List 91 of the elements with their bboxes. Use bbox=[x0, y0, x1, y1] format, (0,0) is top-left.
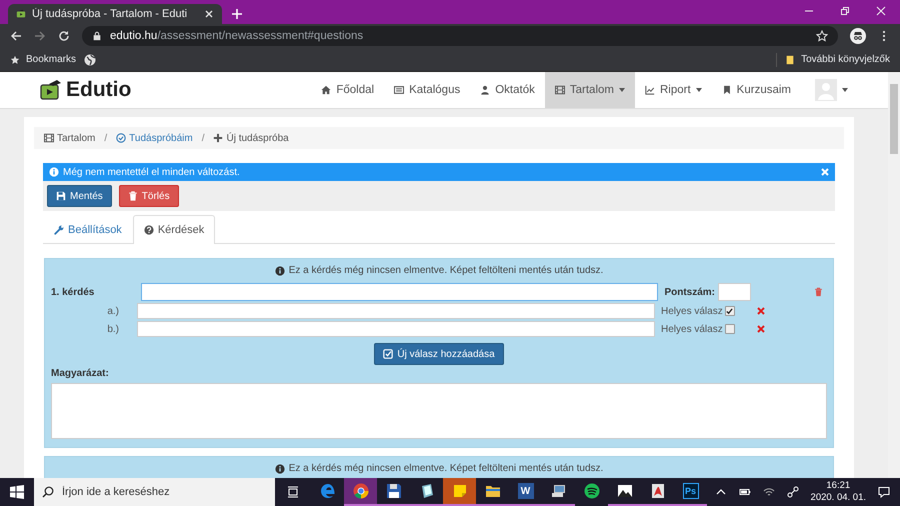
photoshop-icon[interactable]: Ps bbox=[682, 483, 698, 499]
lock-icon bbox=[92, 31, 102, 41]
question-label: 1. kérdés bbox=[51, 286, 96, 298]
globe-icon[interactable] bbox=[84, 54, 96, 66]
nav-item[interactable]: Riport bbox=[634, 72, 712, 108]
check-circle-icon bbox=[116, 133, 126, 143]
answer-letter: b.) bbox=[106, 324, 120, 334]
trash-icon[interactable] bbox=[814, 287, 823, 297]
computer-icon[interactable] bbox=[550, 483, 566, 499]
unsaved-notice: Ez a kérdés még nincsen elmentve. Képet feltölteni mentés után tudsz. bbox=[51, 463, 827, 474]
sticky-note-icon[interactable] bbox=[452, 483, 468, 499]
breadcrumb-separator: / bbox=[200, 132, 206, 144]
remove-icon[interactable] bbox=[757, 307, 765, 315]
star-icon bbox=[10, 54, 20, 64]
info-icon bbox=[274, 464, 285, 474]
info-icon bbox=[49, 167, 59, 177]
spotify-icon[interactable] bbox=[584, 483, 600, 499]
breadcrumb-separator: / bbox=[103, 132, 108, 144]
save-button[interactable]: Mentés bbox=[47, 185, 112, 207]
restore-icon[interactable] bbox=[840, 6, 850, 16]
notification-icon[interactable] bbox=[878, 486, 890, 498]
unsaved-notice: Ez a kérdés még nincsen elmentve. Képet feltölteni mentés után tudsz. bbox=[51, 265, 827, 276]
answer-input[interactable] bbox=[137, 303, 655, 319]
address-bar[interactable]: edutio.hu/assessment/newassessment#questions bbox=[82, 26, 838, 46]
nav-item[interactable]: Oktatók bbox=[470, 72, 545, 108]
bookmarks-link[interactable]: Bookmarks bbox=[10, 54, 76, 65]
checkbox-icon bbox=[383, 349, 394, 359]
taskbar-app[interactable]: Ps bbox=[674, 478, 707, 506]
user-icon bbox=[480, 85, 490, 95]
tab[interactable]: Kérdések bbox=[132, 215, 216, 244]
answer-input[interactable] bbox=[137, 321, 655, 337]
wifi-icon[interactable] bbox=[762, 486, 775, 498]
correct-checkbox[interactable] bbox=[724, 324, 735, 334]
back-arrow-icon[interactable] bbox=[10, 30, 22, 42]
mountain-picture-icon[interactable] bbox=[616, 483, 632, 499]
question-icon bbox=[144, 225, 154, 235]
alert-text: Még nem mentettél el minden változást. bbox=[63, 166, 240, 178]
answer-letter: a.) bbox=[106, 306, 120, 316]
bookmark-icon bbox=[722, 85, 732, 95]
explanation-label: Magyarázat: bbox=[51, 368, 110, 379]
other-bookmarks-folder[interactable]: További könyvjelzők bbox=[785, 54, 890, 65]
correct-answer-label: Helyes válasz bbox=[661, 324, 723, 334]
caret-icon bbox=[842, 88, 848, 92]
close-icon[interactable] bbox=[876, 6, 886, 16]
folder-icon bbox=[785, 54, 796, 64]
network-icon[interactable] bbox=[786, 486, 799, 498]
folder-icon[interactable] bbox=[484, 483, 500, 499]
caret-icon bbox=[618, 88, 625, 92]
question-input[interactable] bbox=[141, 283, 658, 301]
document-icon[interactable] bbox=[650, 483, 666, 499]
wrench-icon bbox=[54, 225, 64, 235]
line-chart-icon bbox=[644, 85, 655, 95]
battery-icon[interactable] bbox=[738, 486, 751, 498]
trash-icon bbox=[128, 191, 138, 201]
remove-icon[interactable] bbox=[757, 325, 765, 333]
nav-item[interactable]: Tartalom bbox=[544, 72, 635, 108]
points-label: Pontszám: bbox=[664, 286, 715, 298]
forward-arrow-icon[interactable] bbox=[34, 30, 46, 42]
plus-icon bbox=[213, 133, 224, 143]
home-icon bbox=[321, 85, 332, 95]
correct-answer-label: Helyes válasz bbox=[661, 306, 723, 316]
star-icon[interactable] bbox=[816, 30, 828, 42]
taskbar-app[interactable]: W bbox=[509, 478, 542, 506]
delete-button[interactable]: Törlés bbox=[118, 185, 179, 207]
close-icon[interactable] bbox=[204, 9, 214, 19]
film-icon bbox=[44, 133, 54, 143]
clock[interactable]: 16:21 2020. 04. 01. bbox=[810, 480, 866, 504]
nav-item[interactable]: Katalógus bbox=[384, 72, 470, 108]
info-icon bbox=[274, 266, 285, 276]
tv-logo-icon bbox=[16, 9, 26, 19]
correct-checkbox[interactable] bbox=[724, 306, 735, 316]
chrome-icon[interactable] bbox=[352, 483, 368, 499]
task-view-icon bbox=[287, 486, 299, 498]
plus-icon[interactable] bbox=[230, 7, 244, 21]
windows-logo-icon bbox=[10, 485, 24, 499]
tab[interactable]: Beállítások bbox=[43, 215, 133, 244]
add-answer-button[interactable]: Új válasz hozzáadása bbox=[374, 343, 504, 365]
incognito-icon[interactable] bbox=[850, 28, 866, 44]
e-logo-icon[interactable] bbox=[320, 483, 336, 499]
breadcrumb-link[interactable]: Tudáspróbáim bbox=[116, 132, 193, 144]
word-icon[interactable]: W bbox=[518, 483, 534, 499]
breadcrumb-item: Tartalom bbox=[44, 132, 96, 144]
film-icon bbox=[554, 85, 565, 95]
nav-item[interactable]: Kurzusaim bbox=[712, 72, 801, 108]
list-icon bbox=[394, 85, 404, 95]
reload-icon[interactable] bbox=[58, 30, 70, 42]
caret-icon bbox=[696, 88, 702, 92]
points-input[interactable] bbox=[718, 283, 751, 301]
breadcrumb-item: Új tudáspróba bbox=[213, 132, 289, 144]
nav-item[interactable]: Főoldal bbox=[311, 72, 384, 108]
edutio-logo[interactable]: Edutio bbox=[40, 72, 132, 108]
